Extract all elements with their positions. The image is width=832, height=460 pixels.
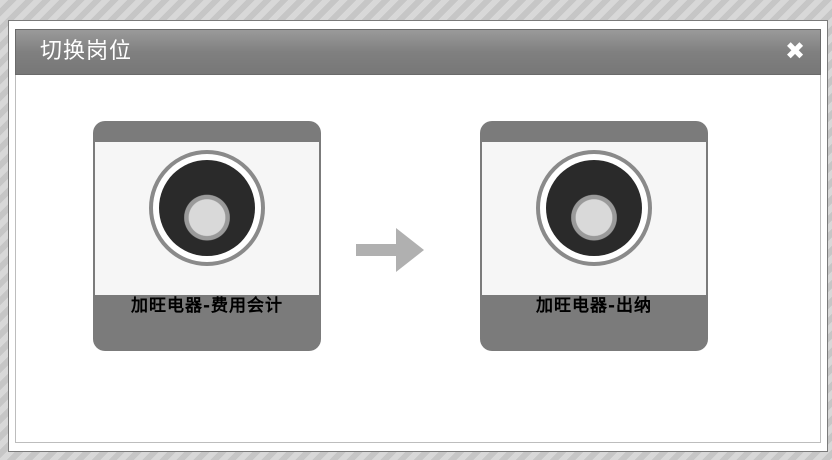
role-card-current[interactable]: 加旺电器-费用会计: [93, 121, 321, 351]
user-avatar-icon: [536, 150, 652, 266]
user-avatar-icon: [149, 150, 265, 266]
close-icon[interactable]: ✖: [780, 36, 810, 66]
role-card-label: 加旺电器-出纳: [535, 296, 653, 316]
role-card-content: [95, 142, 319, 295]
role-card-label: 加旺电器-费用会计: [130, 296, 284, 316]
dialog-titlebar: 切换岗位 ✖: [15, 29, 821, 75]
role-card-target[interactable]: 加旺电器-出纳: [480, 121, 708, 351]
dialog-title: 切换岗位: [40, 39, 133, 64]
arrow-right-icon: [356, 228, 424, 272]
role-card-content: [482, 142, 706, 295]
